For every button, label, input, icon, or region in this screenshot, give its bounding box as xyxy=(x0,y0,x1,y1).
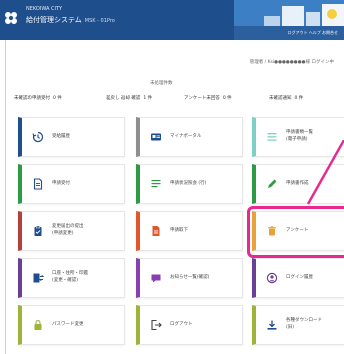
annotation-highlight-box xyxy=(247,206,344,258)
counts-heading: 未処理件数 xyxy=(150,81,173,86)
transfer-icon xyxy=(32,272,44,284)
tile-password-change[interactable]: パスワード変更 xyxy=(18,305,125,345)
header-links[interactable]: ログアウト ヘルプ お問合せ xyxy=(287,30,338,36)
card-icon xyxy=(150,131,162,143)
count-label: アンケート未回答 xyxy=(184,96,220,101)
tile-label: 変更届出の提出 (申請変更) xyxy=(52,224,84,236)
clipboard-icon xyxy=(32,225,44,237)
annotation-arrow xyxy=(306,140,344,205)
count-value: 1 件 xyxy=(143,96,153,101)
tile-label: 申請状況照会 (行) xyxy=(170,180,207,186)
count-value: 0 件 xyxy=(53,96,62,101)
count-label: 差戻し 返却 確認 xyxy=(106,96,141,101)
count-value: 0 件 xyxy=(294,96,304,101)
tile-application-receipt[interactable]: 申請受付 xyxy=(18,164,125,204)
tile-account-change[interactable]: 口座・住所・印鑑 (変更・確認) xyxy=(18,258,125,298)
count-item[interactable]: アンケート未回答 0 件 xyxy=(184,95,232,101)
count-item[interactable]: 未確認通知 0 件 xyxy=(269,95,303,101)
user-circle-icon xyxy=(266,272,278,284)
tile-downloads[interactable]: 各種ダウンロード (旧) xyxy=(252,305,344,345)
document-icon xyxy=(32,178,44,190)
lock-icon xyxy=(32,319,44,331)
tile-logout[interactable]: ログアウト xyxy=(136,305,243,345)
app-header: NEKOIWA CITY 給付管理システム MSK - 01Pro ログアウト ヘ… xyxy=(0,0,344,40)
app-title-text: 給付管理システム xyxy=(26,16,82,24)
download-icon xyxy=(266,319,278,331)
file-icon xyxy=(150,225,162,237)
list-icon xyxy=(266,131,278,143)
count-label: 未確認の申請受付 xyxy=(14,96,50,101)
history-icon xyxy=(32,131,44,143)
tile-label: マイナポータル xyxy=(170,133,202,139)
checklist-icon xyxy=(150,178,162,190)
user-status: 管理者 / Ksi●●●●●●●●様 ログイン中 xyxy=(249,60,334,65)
tile-label: 申請取下 xyxy=(170,227,188,233)
tile-notices[interactable]: お知らせ一覧(確認) xyxy=(136,258,243,298)
app-subtitle: NEKOIWA CITY xyxy=(26,6,63,12)
tile-label: 受給履歴 xyxy=(52,133,70,139)
tile-my-portal[interactable]: マイナポータル xyxy=(136,117,243,157)
tile-label: ログイン履歴 xyxy=(286,274,313,280)
count-label: 未確認通知 xyxy=(269,96,292,101)
env-label: MSK - 01Pro xyxy=(84,18,115,24)
chat-icon xyxy=(150,272,162,284)
pending-counts: 未確認の申請受付 0 件 差戻し 返却 確認 1 件 アンケート未回答 0 件 未確認… xyxy=(14,95,344,105)
count-item[interactable]: 未確認の申請受付 0 件 xyxy=(14,95,62,101)
tile-application-withdraw[interactable]: 申請取下 xyxy=(136,211,243,251)
tile-change-notice[interactable]: 変更届出の提出 (申請変更) xyxy=(18,211,125,251)
tile-label: 申請受付 xyxy=(52,180,70,186)
tile-label: パスワード変更 xyxy=(52,321,84,327)
pencil-icon xyxy=(266,178,278,190)
tile-history[interactable]: 受給履歴 xyxy=(18,117,125,157)
city-logo-icon xyxy=(5,12,17,24)
tile-label: 各種ダウンロード (旧) xyxy=(286,318,322,330)
tile-label: 口座・住所・印鑑 (変更・確認) xyxy=(52,271,88,283)
tile-label: お知らせ一覧(確認) xyxy=(170,274,210,280)
tile-application-status[interactable]: 申請状況照会 (行) xyxy=(136,164,243,204)
tile-login-history[interactable]: ログイン履歴 xyxy=(252,258,344,298)
tile-label: ログアウト xyxy=(170,321,193,327)
logout-icon xyxy=(150,319,162,331)
count-value: 0 件 xyxy=(222,96,232,101)
count-item[interactable]: 差戻し 返却 確認 1 件 xyxy=(106,95,152,101)
app-title: 給付管理システム MSK - 01Pro xyxy=(26,15,115,25)
